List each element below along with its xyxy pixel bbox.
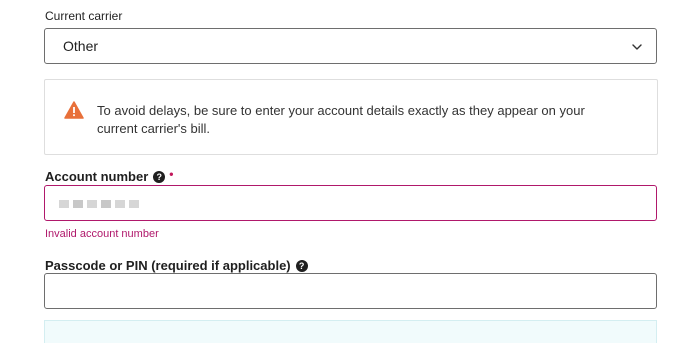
current-carrier-label: Current carrier: [45, 9, 123, 23]
warning-icon: [64, 101, 84, 119]
notice-text: To avoid delays, be sure to enter your a…: [97, 103, 585, 136]
current-carrier-value: Other: [63, 38, 99, 54]
account-number-masked-value: [59, 200, 139, 208]
account-number-label: Account number ? •: [45, 166, 174, 185]
port-number-form: Current carrier Other To avoid delays, b…: [0, 0, 690, 343]
current-carrier-select[interactable]: Other: [44, 28, 657, 64]
required-indicator: •: [169, 166, 174, 181]
info-panel: [44, 320, 657, 343]
account-number-label-text: Account number: [45, 169, 149, 184]
passcode-input[interactable]: [44, 273, 657, 309]
account-number-input[interactable]: [44, 185, 657, 221]
passcode-label: Passcode or PIN (required if applicable)…: [45, 258, 308, 273]
passcode-label-text: Passcode or PIN (required if applicable): [45, 258, 291, 273]
chevron-down-icon: [632, 44, 642, 50]
account-number-help-icon[interactable]: ?: [153, 170, 166, 183]
passcode-help-icon[interactable]: ?: [295, 259, 308, 272]
account-details-notice: To avoid delays, be sure to enter your a…: [44, 79, 658, 155]
account-number-error: Invalid account number: [45, 228, 159, 240]
